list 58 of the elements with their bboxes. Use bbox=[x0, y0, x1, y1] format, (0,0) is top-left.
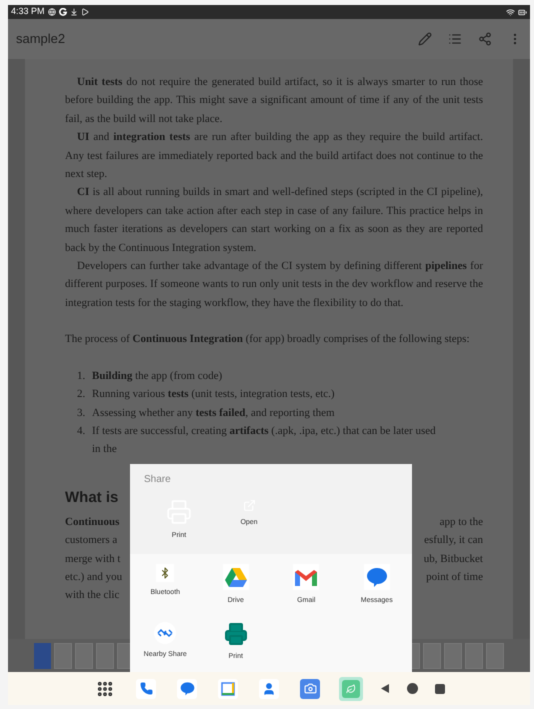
list-item-text: in the bbox=[92, 442, 118, 458]
paragraph: UI and integration tests are run after building the app as they require the build artifact. Any test failures are immediately reported back and the build artifact does not continue to the next step. bbox=[65, 130, 483, 182]
chat-bubble-icon bbox=[180, 681, 194, 696]
section-heading: What is bbox=[65, 488, 118, 508]
download-icon bbox=[70, 8, 78, 16]
app-grid-icon bbox=[96, 680, 114, 698]
paragraph: Developers can further take advantage of the CI system by defining different pipelines for different purposes. If someone wants to run only unit tests in the dev workflow and reserve the integration tests for the staging workflow, they have the flexibility to do that. bbox=[65, 259, 483, 311]
page-thumbnail bbox=[75, 642, 93, 668]
home-button[interactable] bbox=[407, 683, 418, 694]
page-thumbnail bbox=[423, 642, 441, 668]
list-item-text: If tests are successful, creating artifacts (.apk, .ipa, etc.) that can be later used bbox=[92, 424, 436, 439]
wifi-icon bbox=[506, 8, 515, 16]
globe-icon bbox=[48, 8, 56, 16]
list-item-text: Running various tests (unit tests, integration tests, etc.) bbox=[92, 387, 335, 402]
text-fragment: customers a bbox=[65, 533, 118, 548]
bluetooth-icon bbox=[156, 564, 174, 582]
play-icon bbox=[80, 8, 89, 16]
page-thumbnail bbox=[444, 642, 462, 668]
paragraph: Unit tests do not require the generated build artifact, so it is always smarter to run those before building the app. This might save a significant amount of time if any of the unit tests fail, as the build will not take place. bbox=[65, 75, 483, 127]
paragraph: The process of Continuous Integration (for app) broadly comprises of the following steps: bbox=[65, 332, 471, 348]
g-logo-icon bbox=[58, 8, 67, 16]
text-fragment: point of time bbox=[426, 570, 483, 585]
share-icon[interactable] bbox=[478, 32, 492, 46]
calendar-icon bbox=[221, 682, 235, 696]
back-button[interactable] bbox=[380, 683, 390, 694]
text-fragment: merge with t bbox=[65, 552, 120, 567]
printer-icon bbox=[224, 622, 248, 646]
person-icon bbox=[262, 682, 276, 696]
text-fragment: Continuous bbox=[65, 514, 120, 530]
page-thumbnail bbox=[465, 642, 483, 668]
sheet-title: Share bbox=[144, 473, 172, 487]
recents-button[interactable] bbox=[435, 684, 445, 694]
cover-thumbnail bbox=[34, 642, 51, 668]
list-item-text: Assessing whether any tests failed, and reporting them bbox=[92, 406, 335, 420]
app-title: sample2 bbox=[16, 30, 66, 48]
text-fragment: esfully, it can bbox=[424, 533, 483, 548]
text-fragment: ub, Bitbucket bbox=[424, 552, 483, 567]
status-time: 4:33 PM bbox=[11, 5, 45, 18]
edit-icon[interactable] bbox=[418, 32, 432, 46]
battery-icon bbox=[518, 8, 527, 16]
text-fragment: with the clic bbox=[65, 588, 120, 604]
page-thumbnail bbox=[96, 642, 114, 668]
list-number: 1. bbox=[77, 368, 86, 384]
envelope-logo-icon bbox=[295, 568, 318, 586]
list-icon[interactable] bbox=[448, 32, 462, 46]
list-number: 3. bbox=[77, 406, 86, 420]
list-number: 4. bbox=[77, 424, 86, 439]
paragraph: CI is all about running builds in smart and well-defined steps (scripted in the CI pipeline), where developers can take action after each step in case of any failure. This practice helps in much faster iterations as developers can start working on a fix as soon as they are reported back by the Continuous Integration system. bbox=[65, 185, 483, 256]
page-thumbnail bbox=[486, 642, 504, 668]
page-thumbnail bbox=[54, 642, 72, 668]
nearby-share-icon bbox=[157, 628, 174, 638]
text-fragment: etc.) and you bbox=[65, 570, 122, 585]
camera-icon bbox=[304, 682, 316, 695]
text-fragment: app to the bbox=[440, 514, 483, 530]
phone-icon bbox=[140, 682, 152, 695]
list-number: 2. bbox=[77, 387, 86, 402]
leaf-icon bbox=[346, 684, 356, 694]
list-item-text: Building the app (from code) bbox=[92, 368, 222, 384]
